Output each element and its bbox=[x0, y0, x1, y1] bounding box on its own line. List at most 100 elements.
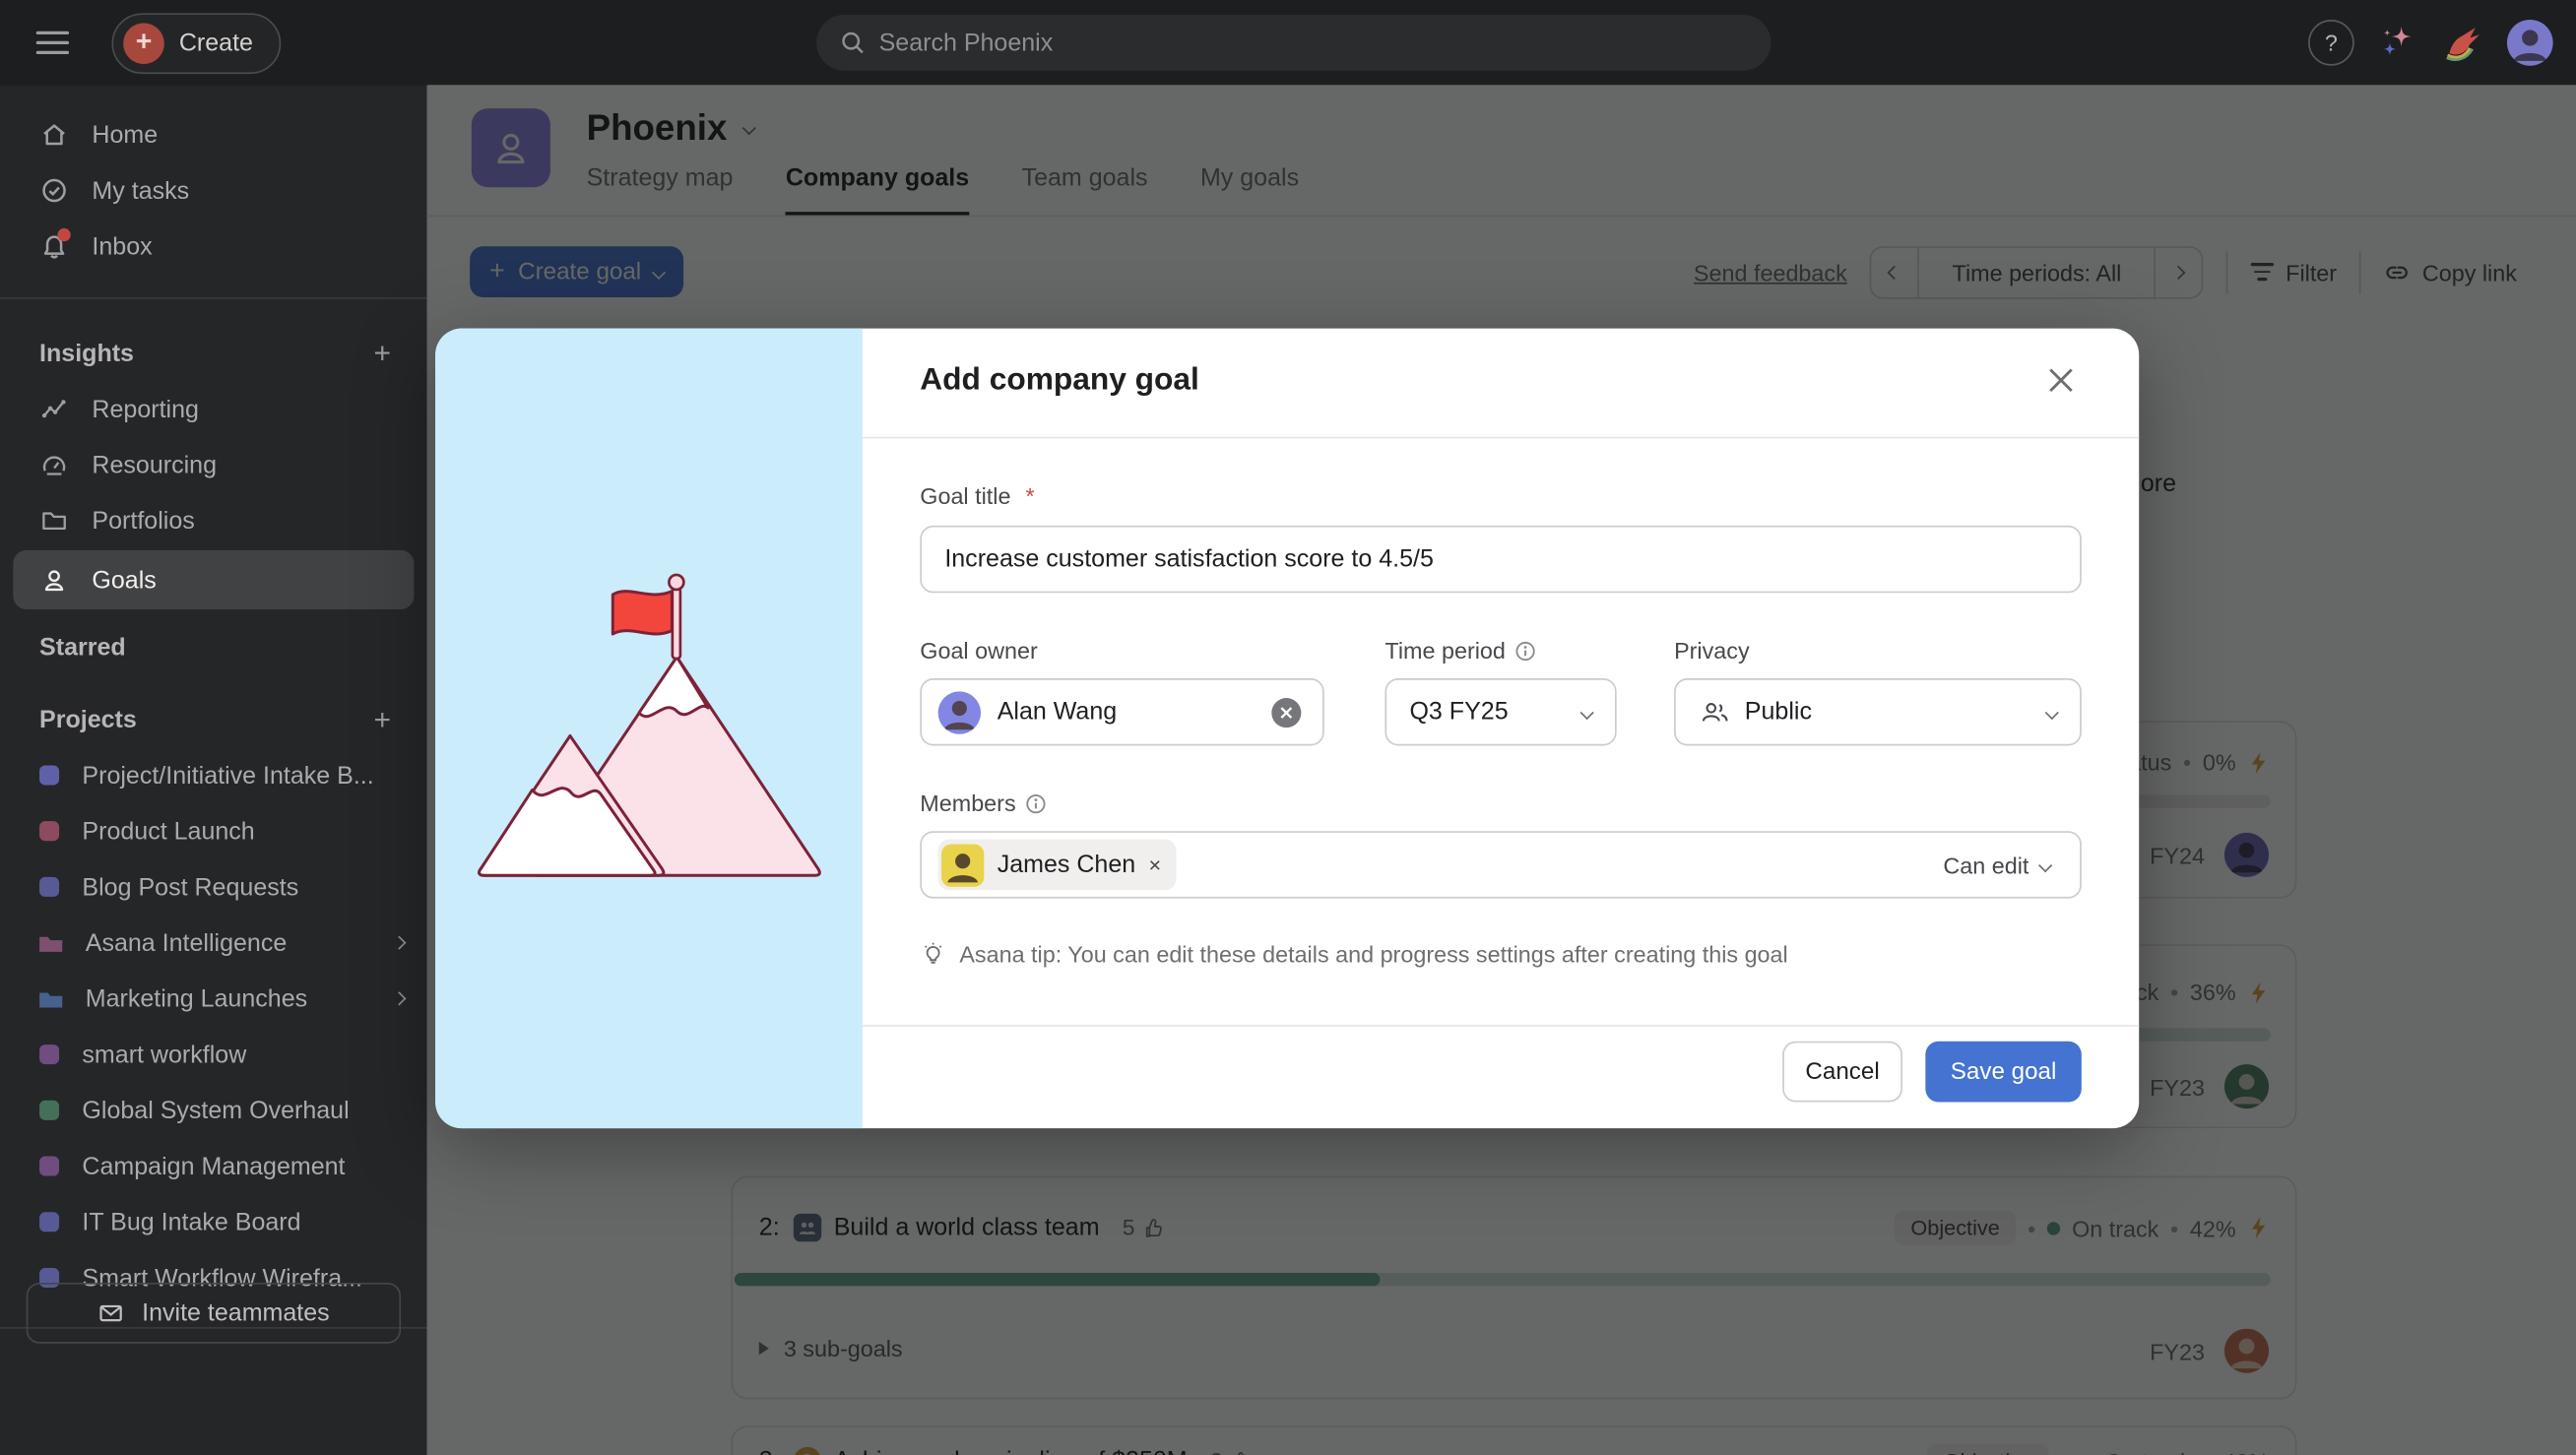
project-label: Marketing Launches bbox=[86, 984, 307, 1012]
create-button[interactable]: + Create bbox=[111, 13, 281, 74]
project-color-icon bbox=[39, 1157, 59, 1176]
phoenix-mascot-icon[interactable] bbox=[2440, 20, 2486, 66]
time-period-value: Q3 FY25 bbox=[1409, 698, 1508, 726]
tip-text: Asana tip: You can edit these details an… bbox=[959, 941, 1787, 968]
members-label: Members bbox=[920, 790, 1047, 816]
sidebar-project-item[interactable]: Global System Overhaul bbox=[0, 1082, 427, 1138]
sidebar-item-portfolios[interactable]: Portfolios bbox=[0, 493, 427, 549]
sidebar-project-item[interactable]: smart workflow bbox=[0, 1027, 427, 1083]
people-icon bbox=[1699, 698, 1730, 726]
remove-member-icon[interactable]: × bbox=[1149, 853, 1162, 877]
add-company-goal-modal: Add company goal Goal title* Increase cu… bbox=[435, 329, 2139, 1128]
modal-illustration-panel bbox=[435, 329, 863, 1128]
members-field[interactable]: James Chen × Can edit bbox=[920, 831, 2082, 898]
sidebar-item-inbox[interactable]: Inbox bbox=[0, 219, 427, 275]
owner-name: Alan Wang bbox=[998, 698, 1118, 726]
sidebar-item-my-tasks[interactable]: My tasks bbox=[0, 162, 427, 219]
sidebar-project-item[interactable]: Campaign Management bbox=[0, 1138, 427, 1194]
notification-dot bbox=[57, 228, 70, 241]
project-label: Project/Initiative Intake B... bbox=[82, 761, 373, 789]
time-period-label: Time period bbox=[1385, 637, 1536, 664]
time-period-select[interactable]: Q3 FY25 bbox=[1385, 678, 1616, 745]
privacy-label: Privacy bbox=[1674, 637, 1750, 664]
search-placeholder: Search Phoenix bbox=[879, 29, 1054, 56]
goal-title-label: Goal title* bbox=[920, 483, 1034, 510]
user-avatar[interactable] bbox=[2507, 20, 2553, 66]
project-color-icon bbox=[39, 1044, 59, 1064]
required-asterisk: * bbox=[1025, 483, 1034, 510]
modal-footer-divider bbox=[863, 1025, 2139, 1027]
project-label: smart workflow bbox=[82, 1041, 246, 1068]
sidebar-section-starred: Starred bbox=[0, 619, 427, 675]
sidebar-project-item[interactable]: Project/Initiative Intake B... bbox=[0, 747, 427, 803]
chevron-right-icon[interactable] bbox=[392, 936, 406, 950]
sidebar: Home My tasks Inbox Insights + Reporti bbox=[0, 86, 427, 1455]
remove-owner-button[interactable] bbox=[1271, 697, 1301, 727]
hamburger-menu-icon[interactable] bbox=[36, 32, 69, 54]
info-icon bbox=[1026, 792, 1048, 814]
project-label: Asana Intelligence bbox=[86, 928, 288, 956]
project-folder-icon bbox=[39, 933, 62, 951]
project-color-icon bbox=[39, 1101, 59, 1120]
modal-header-divider bbox=[863, 437, 2139, 439]
sidebar-project-item[interactable]: IT Bug Intake Board bbox=[0, 1194, 427, 1250]
chevron-down-icon bbox=[2045, 705, 2059, 719]
check-circle-icon bbox=[39, 176, 69, 206]
add-insight-button[interactable]: + bbox=[374, 336, 392, 370]
help-button[interactable]: ? bbox=[2308, 20, 2354, 66]
member-name: James Chen bbox=[998, 851, 1136, 878]
sidebar-item-resourcing[interactable]: Resourcing bbox=[0, 437, 427, 493]
goal-owner-field[interactable]: Alan Wang bbox=[920, 678, 1323, 745]
sidebar-item-goals[interactable]: Goals bbox=[13, 550, 414, 609]
sidebar-item-label: Portfolios bbox=[92, 507, 194, 535]
project-label: IT Bug Intake Board bbox=[82, 1208, 300, 1235]
mountain-flag-illustration bbox=[435, 329, 863, 1128]
member-chip[interactable]: James Chen × bbox=[938, 840, 1177, 891]
sidebar-item-home[interactable]: Home bbox=[0, 106, 427, 162]
info-icon bbox=[1515, 640, 1537, 662]
app-window: + Create Search Phoenix ? bbox=[0, 0, 2576, 1455]
project-label: Blog Post Requests bbox=[82, 873, 298, 901]
save-goal-button[interactable]: Save goal bbox=[1925, 1042, 2081, 1103]
sidebar-project-item[interactable]: Blog Post Requests bbox=[0, 859, 427, 916]
line-chart-icon bbox=[39, 394, 69, 423]
lightbulb-icon bbox=[920, 941, 946, 968]
invite-label: Invite teammates bbox=[142, 1299, 330, 1327]
sidebar-item-label: Reporting bbox=[92, 395, 199, 422]
project-label: Campaign Management bbox=[82, 1152, 345, 1179]
permission-dropdown[interactable]: Can edit bbox=[1943, 852, 2050, 878]
create-button-label: Create bbox=[179, 29, 253, 56]
privacy-value: Public bbox=[1745, 698, 1812, 726]
add-project-button[interactable]: + bbox=[374, 702, 392, 736]
chevron-down-icon bbox=[1580, 705, 1594, 719]
sidebar-project-item[interactable]: Asana Intelligence bbox=[0, 915, 427, 971]
project-color-icon bbox=[39, 821, 59, 841]
member-avatar bbox=[941, 844, 984, 886]
goal-title-input[interactable]: Increase customer satisfaction score to … bbox=[920, 526, 2082, 593]
cancel-button[interactable]: Cancel bbox=[1782, 1042, 1902, 1103]
chevron-right-icon[interactable] bbox=[392, 991, 406, 1005]
project-color-icon bbox=[39, 765, 59, 785]
sidebar-project-item[interactable]: Product Launch bbox=[0, 803, 427, 859]
ai-sparkles-icon[interactable] bbox=[2375, 22, 2417, 64]
search-input[interactable]: Search Phoenix bbox=[816, 15, 1771, 71]
topbar-actions: ? bbox=[2308, 0, 2553, 86]
main-content: Phoenix Strategy map Company goals Team … bbox=[427, 86, 2576, 1455]
sidebar-divider bbox=[0, 297, 427, 299]
chevron-down-icon bbox=[2038, 857, 2052, 871]
sidebar-project-item[interactable]: Marketing Launches bbox=[0, 971, 427, 1027]
project-color-icon bbox=[39, 877, 59, 897]
goal-owner-label: Goal owner bbox=[920, 637, 1037, 664]
sidebar-item-reporting[interactable]: Reporting bbox=[0, 381, 427, 437]
invite-teammates-button[interactable]: Invite teammates bbox=[27, 1283, 401, 1344]
sidebar-section-projects: Projects + bbox=[0, 691, 427, 747]
folder-icon bbox=[39, 506, 69, 536]
asana-tip: Asana tip: You can edit these details an… bbox=[920, 941, 1787, 968]
privacy-select[interactable]: Public bbox=[1674, 678, 2082, 745]
sidebar-item-label: My tasks bbox=[92, 176, 189, 204]
modal-title: Add company goal bbox=[920, 363, 1199, 400]
close-icon[interactable] bbox=[2048, 368, 2073, 393]
project-label: Product Launch bbox=[82, 817, 254, 845]
project-label: Global System Overhaul bbox=[82, 1097, 349, 1124]
sidebar-item-label: Goals bbox=[92, 566, 156, 594]
